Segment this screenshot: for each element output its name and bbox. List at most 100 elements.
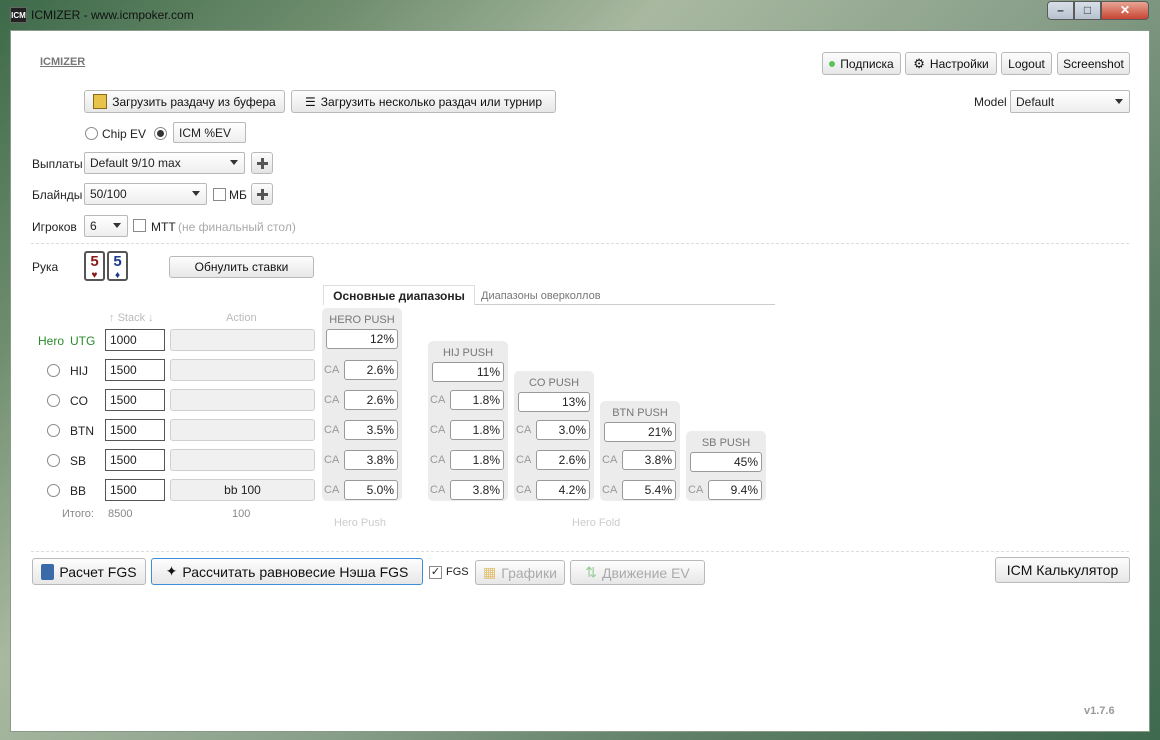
call-label: CA [688, 484, 704, 496]
hero-push-call-value[interactable]: 3.8% [344, 450, 398, 470]
chevron-down-icon [1115, 98, 1123, 104]
players-value: 6 [90, 219, 97, 233]
charts-button[interactable]: ▦ Графики [475, 560, 565, 585]
hero-push-call-value[interactable]: 2.6% [344, 360, 398, 380]
player-radio[interactable] [47, 364, 60, 377]
player-radio[interactable] [47, 454, 60, 467]
call-label: CA [324, 424, 340, 436]
brand-link[interactable]: ICMIZER [40, 56, 85, 68]
stack-input[interactable]: 1500 [105, 449, 165, 471]
call-label: CA [430, 484, 446, 496]
chip-ev-radio[interactable] [85, 127, 98, 140]
call-label: CA [430, 454, 446, 466]
position-label: BB [70, 484, 87, 498]
settings-button[interactable]: ⚙ Настройки [905, 52, 997, 75]
mb-checkbox[interactable] [213, 188, 226, 201]
stack-input[interactable]: 1500 [105, 359, 165, 381]
btn-push-call-value[interactable]: 3.8% [622, 450, 676, 470]
icm-calculator-button[interactable]: ICM Калькулятор [995, 557, 1130, 583]
calculator-icon [41, 563, 55, 580]
payouts-value: Default 9/10 max [90, 156, 181, 170]
btn-push-call-value[interactable]: 5.4% [622, 480, 676, 500]
sb-push-title: SB PUSH [701, 437, 751, 449]
model-select[interactable]: Default [1010, 90, 1130, 113]
hij-push-call-value[interactable]: 1.8% [450, 420, 504, 440]
app-window: ICMIZER Подписка ⚙ Настройки Logout Scree… [10, 30, 1150, 732]
hero-fold-caption: Hero Fold [572, 517, 621, 529]
ev-movement-button[interactable]: ⇅ Движение EV [570, 560, 705, 585]
hij-push-call-value[interactable]: 1.8% [450, 450, 504, 470]
co-push-call-value[interactable]: 2.6% [536, 450, 590, 470]
nash-fgs-button[interactable]: ✦ Рассчитать равновесие Нэша FGS [151, 558, 423, 585]
stack-input[interactable]: 1500 [105, 479, 165, 501]
fgs-checkbox[interactable]: ✓ [429, 566, 442, 579]
stack-input[interactable]: 1500 [105, 389, 165, 411]
action-field[interactable] [170, 329, 315, 351]
close-button[interactable]: ✕ [1101, 1, 1149, 20]
fgs-calc-button[interactable]: Расчет FGS [32, 558, 146, 585]
stack-input[interactable]: 1000 [105, 329, 165, 351]
document-list-icon: ☰ [305, 94, 316, 109]
action-field[interactable] [170, 359, 315, 381]
hero-push-title: HERO PUSH [329, 314, 395, 326]
load-multiple-button[interactable]: ☰ Загрузить несколько раздач или турнир [291, 90, 556, 113]
co-push-title: CO PUSH [528, 377, 580, 389]
stack-header-label: Stack [117, 312, 146, 324]
load-from-clipboard-button[interactable]: Загрузить раздачу из буфера [84, 90, 285, 113]
player-radio[interactable] [47, 394, 60, 407]
total-stack: 8500 [108, 508, 133, 520]
stack-input[interactable]: 1500 [105, 419, 165, 441]
co-push-call-value[interactable]: 3.0% [536, 420, 590, 440]
sb-push-call-value[interactable]: 9.4% [708, 480, 762, 500]
maximize-button[interactable]: □ [1074, 1, 1101, 20]
hero-push-call-value[interactable]: 2.6% [344, 390, 398, 410]
players-select[interactable]: 6 [84, 215, 128, 237]
reset-bets-button[interactable]: Обнулить ставки [169, 256, 314, 278]
hero-push-call-value[interactable]: 3.5% [344, 420, 398, 440]
hij-push-value[interactable]: 11% [432, 362, 504, 382]
action-field[interactable] [170, 389, 315, 411]
blinds-select[interactable]: 50/100 [84, 183, 207, 205]
icm-ev-radio[interactable] [154, 127, 167, 140]
blinds-label: Блайнды [32, 188, 83, 202]
screenshot-button[interactable]: Screenshot [1057, 52, 1130, 75]
add-blinds-button[interactable] [251, 183, 273, 205]
call-label: CA [516, 454, 532, 466]
icm-ev-select[interactable]: ICM %EV [173, 122, 246, 143]
mtt-checkbox[interactable] [133, 219, 146, 232]
logout-button[interactable]: Logout [1001, 52, 1052, 75]
chevron-down-icon [192, 191, 200, 196]
minimize-button[interactable]: – [1047, 1, 1074, 20]
hero-push-call-value[interactable]: 5.0% [344, 480, 398, 500]
tab-overcall-ranges[interactable]: Диапазоны оверколлов [475, 285, 775, 305]
call-label: CA [324, 394, 340, 406]
arrows-icon: ⇅ [585, 564, 597, 580]
action-field[interactable]: bb 100 [170, 479, 315, 501]
position-label: HIJ [70, 364, 88, 378]
hij-push-call-value[interactable]: 3.8% [450, 480, 504, 500]
version-label: v1.7.6 [1084, 705, 1115, 717]
co-push-call-value[interactable]: 4.2% [536, 480, 590, 500]
stack-header[interactable]: ↑ Stack ↓ [109, 312, 154, 324]
subscription-button[interactable]: Подписка [822, 52, 901, 75]
tab-main-ranges[interactable]: Основные диапазоны [323, 285, 475, 305]
blinds-value: 50/100 [90, 187, 127, 201]
player-radio[interactable] [47, 484, 60, 497]
hand-card-1[interactable]: 5 ♥ [84, 251, 105, 281]
sb-push-value[interactable]: 45% [690, 452, 762, 472]
add-payout-button[interactable] [251, 152, 273, 174]
hij-push-call-value[interactable]: 1.8% [450, 390, 504, 410]
player-radio[interactable] [47, 424, 60, 437]
hero-push-value[interactable]: 12% [326, 329, 398, 349]
hand-card-2[interactable]: 5 ♦ [107, 251, 128, 281]
action-field[interactable] [170, 449, 315, 471]
co-push-value[interactable]: 13% [518, 392, 590, 412]
call-label: CA [516, 424, 532, 436]
payouts-select[interactable]: Default 9/10 max [84, 152, 245, 174]
btn-push-value[interactable]: 21% [604, 422, 676, 442]
action-field[interactable] [170, 419, 315, 441]
hand-label: Рука [32, 260, 59, 274]
card-1-rank: 5 [90, 253, 99, 270]
position-label: BTN [70, 424, 94, 438]
call-label: CA [324, 364, 340, 376]
